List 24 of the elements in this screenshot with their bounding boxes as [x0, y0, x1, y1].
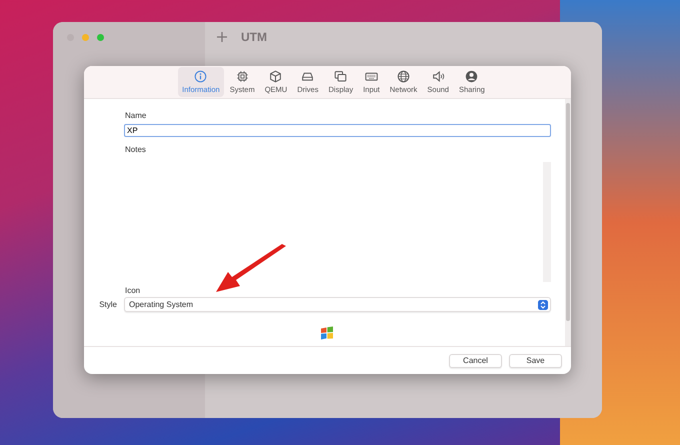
field-label: Icon: [124, 285, 142, 297]
zoom-button[interactable]: [97, 34, 104, 41]
field-label: Name: [124, 110, 148, 122]
globe-icon: [397, 70, 410, 83]
add-icon[interactable]: [217, 32, 227, 42]
display-icon: [334, 70, 348, 83]
minimize-button[interactable]: [82, 34, 89, 41]
drive-icon: [301, 70, 314, 83]
speaker-icon: [432, 70, 445, 83]
window-title: UTM: [241, 30, 267, 44]
chevron-icon: [538, 300, 548, 310]
keyboard-icon: [364, 70, 378, 83]
info-icon: [194, 70, 208, 83]
style-dropdown[interactable]: Operating System: [124, 297, 551, 312]
chip-icon: [236, 70, 249, 83]
field-label: Notes: [124, 144, 147, 156]
name-field[interactable]: XP: [124, 124, 551, 137]
windows-logo-icon: [320, 326, 334, 340]
scrollbar[interactable]: [565, 99, 571, 346]
cube-icon: [269, 70, 282, 83]
dialog-button[interactable]: Cancel: [449, 354, 502, 368]
dialog-button[interactable]: Save: [509, 354, 562, 368]
field-label: Style: [98, 300, 117, 309]
person-icon: [465, 70, 478, 83]
